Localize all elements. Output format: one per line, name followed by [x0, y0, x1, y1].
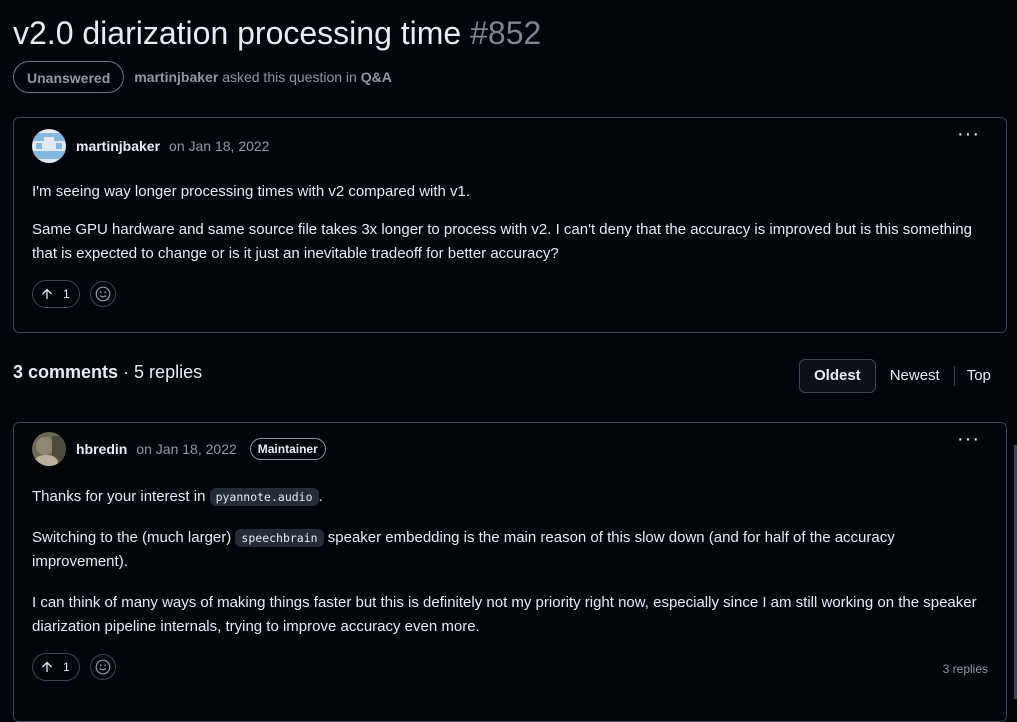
- post-date[interactable]: on Jan 18, 2022: [136, 441, 236, 457]
- discussion-number: #852: [470, 15, 542, 51]
- question-header: martinjbaker on Jan 18, 2022: [14, 128, 1006, 164]
- summary-separator: ·: [118, 362, 135, 382]
- more-options-icon[interactable]: ···: [957, 429, 980, 449]
- smiley-icon: [95, 659, 111, 675]
- arrow-up-icon: [42, 288, 52, 299]
- avatar[interactable]: [32, 129, 66, 163]
- discussion-meta: Unanswered martinjbaker asked this quest…: [13, 60, 392, 94]
- inline-code: pyannote.audio: [209, 488, 319, 506]
- author-link[interactable]: martinjbaker: [76, 138, 160, 154]
- sort-toggle: Oldest Newest Top: [799, 359, 1003, 393]
- upvote-count: 1: [63, 287, 70, 301]
- comments-summary: 3 comments · 5 replies: [13, 362, 202, 383]
- question-paragraph: I'm seeing way longer processing times w…: [32, 183, 471, 200]
- asker-link[interactable]: martinjbaker: [134, 69, 218, 85]
- comment-header: hbredin on Jan 18, 2022 Maintainer: [14, 431, 1006, 467]
- upvote-count: 1: [63, 660, 70, 674]
- inline-code: speechbrain: [235, 529, 324, 547]
- replies-count-label: 3 replies: [942, 662, 988, 676]
- comment-body: Thanks for your interest in pyannote.aud…: [14, 485, 1006, 639]
- category-link[interactable]: Q&A: [361, 69, 392, 85]
- maintainer-badge: Maintainer: [249, 438, 326, 460]
- author-link[interactable]: hbredin: [76, 441, 127, 457]
- comment-card: hbredin on Jan 18, 2022 Maintainer ··· T…: [13, 422, 1007, 722]
- sort-newest-button[interactable]: Newest: [876, 359, 954, 393]
- smiley-icon: [95, 286, 111, 302]
- upvote-button[interactable]: 1: [32, 280, 80, 308]
- status-badge: Unanswered: [13, 61, 125, 93]
- upvote-button[interactable]: 1: [32, 653, 80, 681]
- title-text: v2.0 diarization processing time: [13, 15, 462, 51]
- comment-paragraph: I can think of many ways of making thing…: [32, 594, 977, 635]
- asked-by-line: martinjbaker asked this question in Q&A: [134, 69, 392, 85]
- post-date[interactable]: on Jan 18, 2022: [169, 138, 269, 154]
- comments-count: 3 comments: [13, 362, 119, 382]
- asked-text: asked this question in: [222, 69, 357, 85]
- arrow-up-icon: [42, 661, 52, 672]
- discussion-title: v2.0 diarization processing time #852: [13, 12, 541, 54]
- sort-oldest-button[interactable]: Oldest: [799, 359, 876, 393]
- question-card: martinjbaker on Jan 18, 2022 ··· I'm see…: [13, 117, 1007, 333]
- sort-top-button[interactable]: Top: [955, 359, 1003, 393]
- text: Thanks for your interest in: [32, 488, 210, 505]
- text: Switching to the (much larger): [32, 529, 236, 546]
- question-paragraph: Same GPU hardware and same source file t…: [32, 221, 972, 262]
- avatar[interactable]: [32, 432, 66, 466]
- add-reaction-button[interactable]: [89, 281, 116, 307]
- add-reaction-button[interactable]: [89, 654, 116, 680]
- question-actions: 1: [14, 280, 1006, 308]
- comment-paragraph: Thanks for your interest in pyannote.aud…: [14, 485, 1006, 509]
- question-body: I'm seeing way longer processing times w…: [14, 180, 1006, 266]
- more-options-icon[interactable]: ···: [957, 124, 980, 144]
- comment-paragraph: Switching to the (much larger) speechbra…: [14, 526, 1006, 574]
- text: .: [318, 488, 323, 505]
- replies-count: 5 replies: [134, 362, 203, 382]
- comment-actions: 1: [14, 653, 1006, 681]
